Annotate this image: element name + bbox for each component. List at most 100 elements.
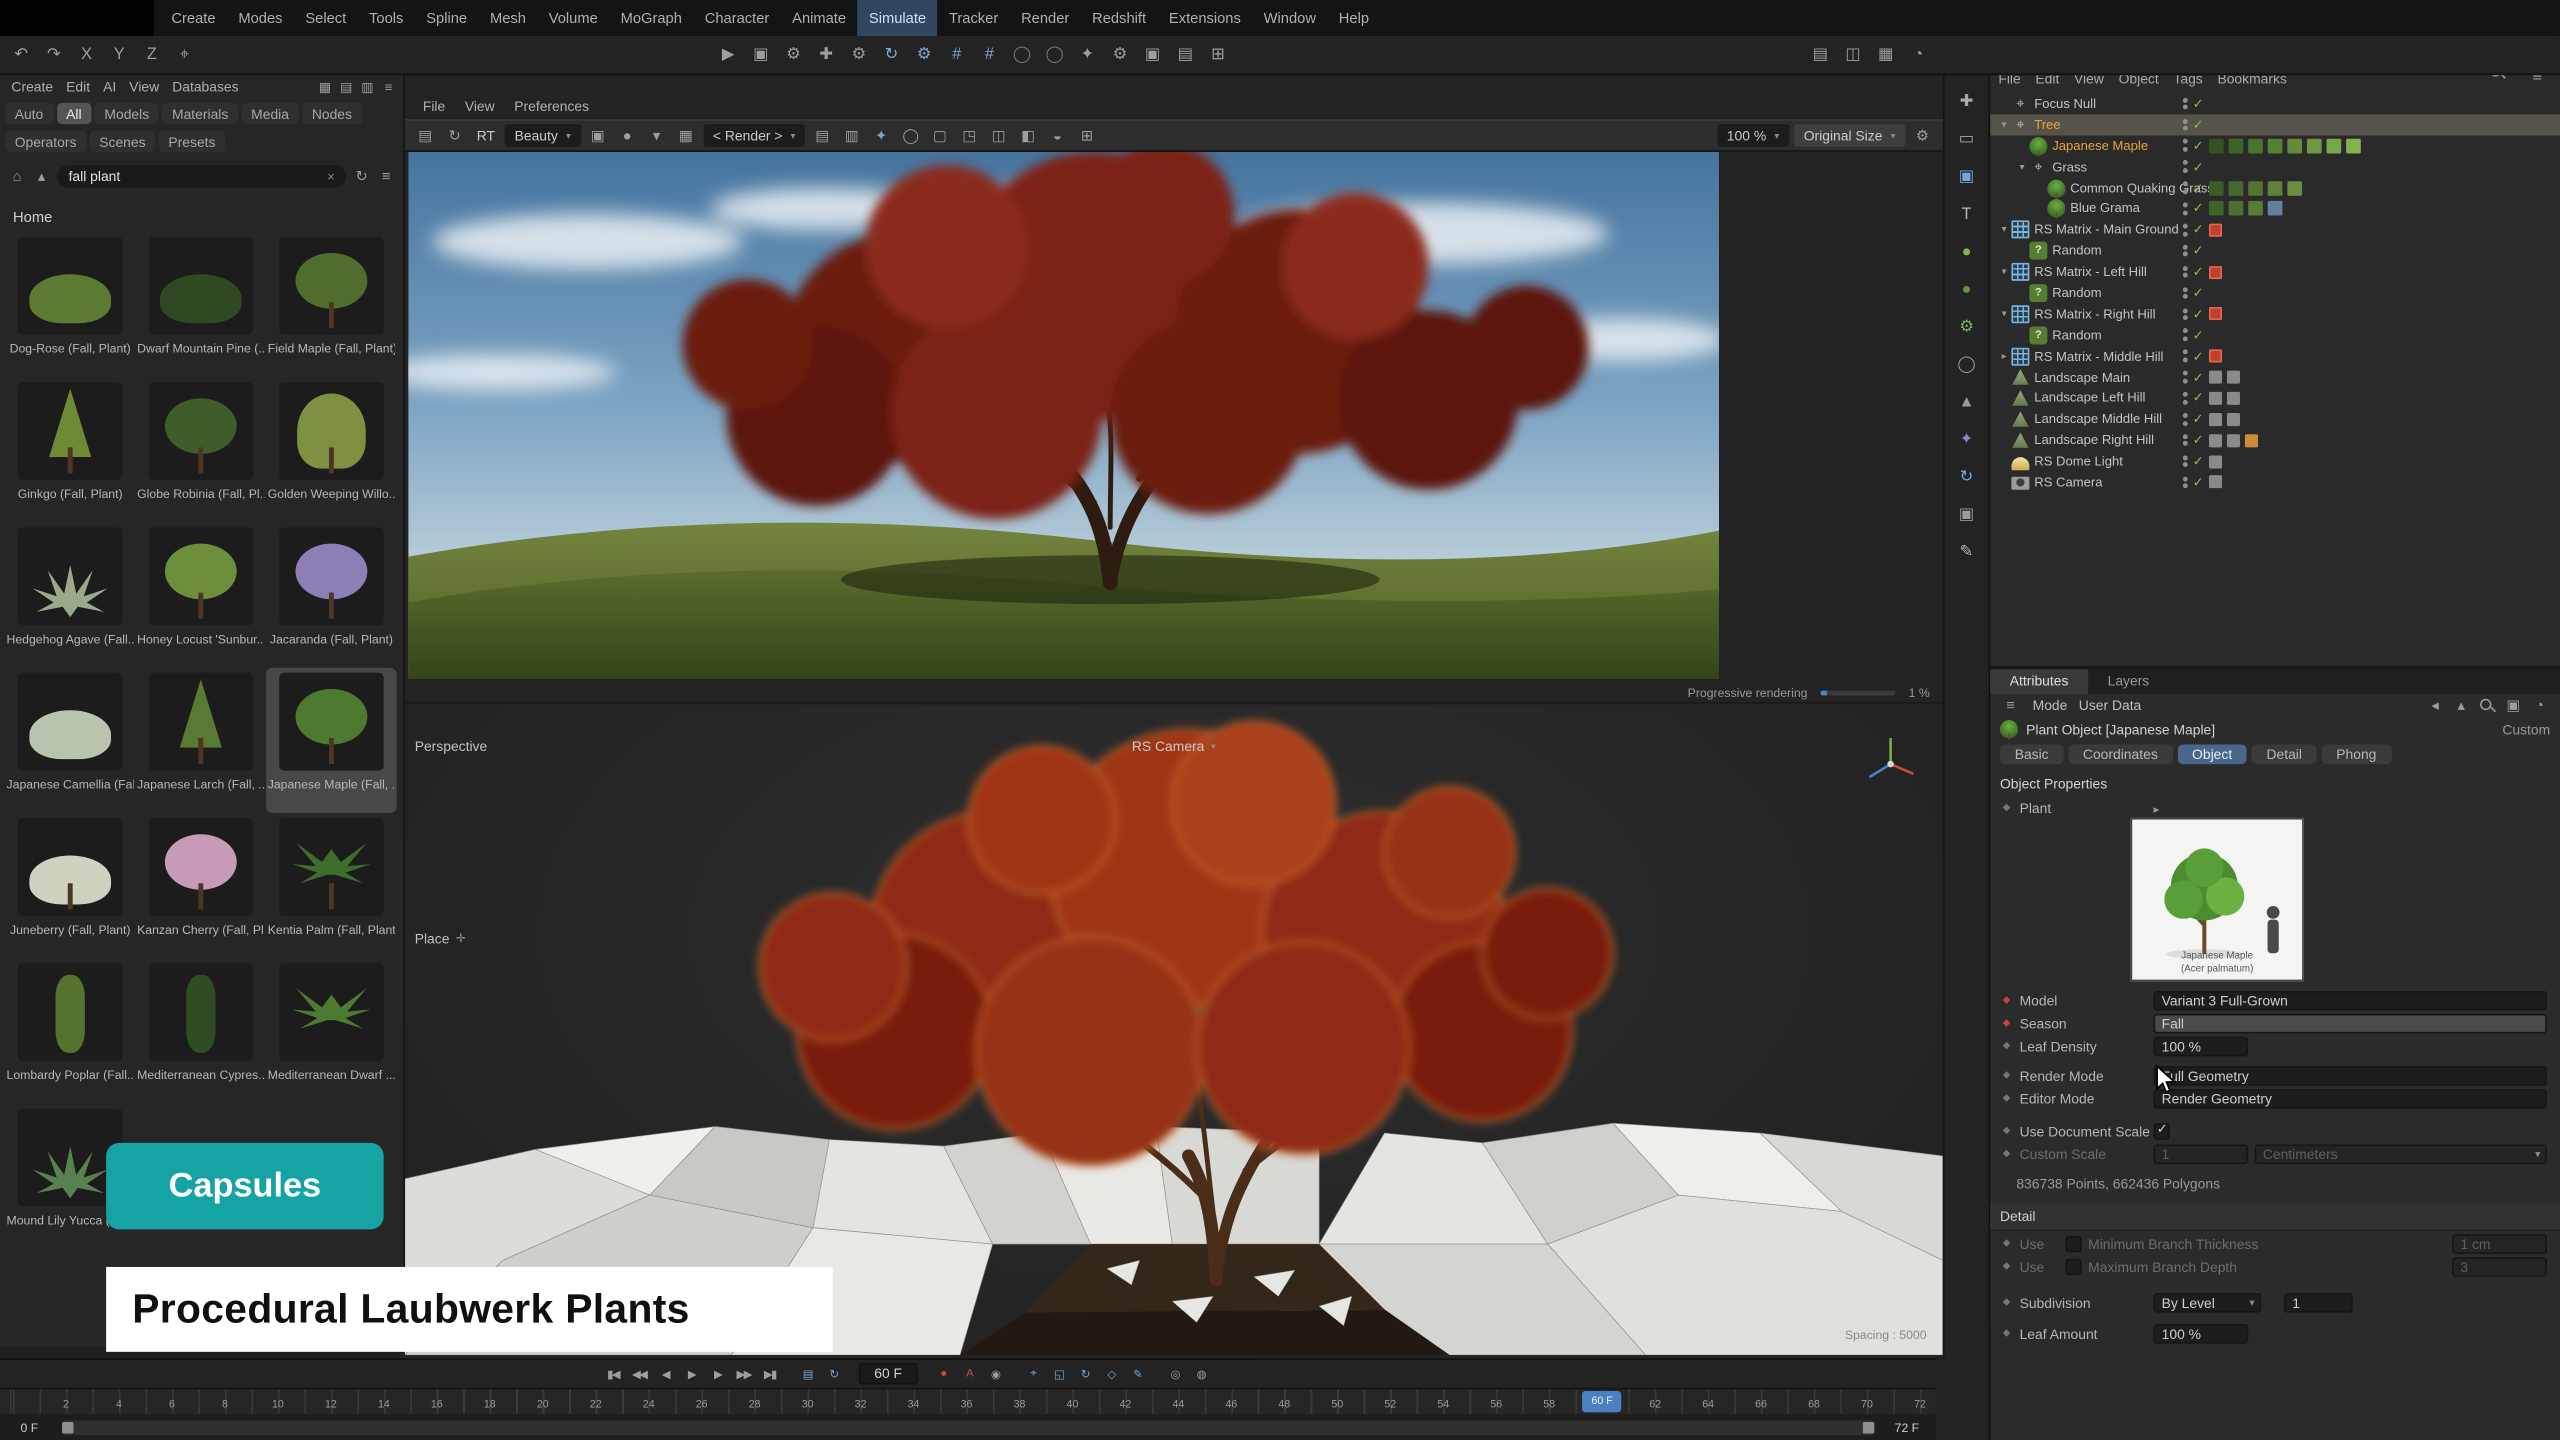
custom-label[interactable]: Custom bbox=[2502, 721, 2550, 737]
render-region-dropdown[interactable]: < Render >▾ bbox=[703, 124, 805, 147]
zoom-dropdown[interactable]: 100 %▾ bbox=[1717, 124, 1789, 147]
enabled-check[interactable] bbox=[2193, 180, 2204, 195]
rotate-view-icon[interactable]: ↻ bbox=[1953, 464, 1979, 490]
material-chip[interactable] bbox=[2228, 138, 2243, 153]
render-settings-button[interactable]: ⚙ bbox=[779, 39, 808, 70]
tag-icon[interactable] bbox=[2208, 455, 2221, 468]
collider-icon[interactable]: ◯ bbox=[1953, 351, 1979, 377]
menu-select[interactable]: Select bbox=[294, 0, 358, 36]
enabled-check[interactable] bbox=[2193, 96, 2204, 111]
detail-section-title[interactable]: Detail bbox=[1990, 1203, 2560, 1231]
prev-frame-button[interactable]: ◀ bbox=[653, 1362, 677, 1386]
material-chip[interactable] bbox=[2228, 180, 2243, 195]
object-row[interactable]: Landscape Left Hill bbox=[1990, 388, 2560, 409]
view-label[interactable]: Perspective bbox=[415, 738, 488, 754]
key-position-toggle[interactable]: ⌖ bbox=[1020, 1362, 1044, 1386]
menu-render[interactable]: Render bbox=[1010, 0, 1081, 36]
goto-start-button[interactable]: ▮◀ bbox=[601, 1362, 625, 1386]
compare-ball-icon[interactable]: ● bbox=[615, 123, 639, 147]
enabled-check[interactable] bbox=[2193, 138, 2204, 153]
param-tab-coordinates[interactable]: Coordinates bbox=[2068, 744, 2172, 764]
use-checkbox[interactable] bbox=[2065, 1258, 2081, 1274]
menu-character[interactable]: Character bbox=[693, 0, 780, 36]
tag-icon[interactable] bbox=[2226, 392, 2239, 405]
key-diamond[interactable]: ◆ bbox=[2000, 1148, 2013, 1159]
asset-item[interactable]: Lombardy Poplar (Fall... bbox=[5, 958, 136, 1103]
expand-arrow-icon[interactable] bbox=[2153, 799, 2159, 815]
asset-item[interactable]: Mediterranean Dwarf ... bbox=[266, 958, 397, 1103]
enabled-check[interactable] bbox=[2193, 412, 2204, 427]
menu-modes[interactable]: Modes bbox=[227, 0, 294, 36]
menu-extensions[interactable]: Extensions bbox=[1157, 0, 1252, 36]
enabled-check[interactable] bbox=[2193, 475, 2204, 490]
material-chip[interactable] bbox=[2346, 138, 2361, 153]
key-diamond[interactable]: ◆ bbox=[2000, 1017, 2013, 1028]
prev-key-button[interactable]: ◀◀ bbox=[627, 1362, 651, 1386]
simulation-settings-icon[interactable]: ⚙ bbox=[1953, 313, 1979, 339]
keyframe-button[interactable]: ◉ bbox=[983, 1362, 1007, 1386]
object-row[interactable]: Common Quaking Grass bbox=[1990, 177, 2560, 198]
visibility-dots[interactable] bbox=[2183, 245, 2188, 257]
grid-icon[interactable]: ▦ bbox=[674, 123, 698, 147]
next-frame-button[interactable]: ▶ bbox=[705, 1362, 729, 1386]
field-tool-icon[interactable]: ✦ bbox=[1953, 426, 1979, 452]
visibility-dots[interactable] bbox=[2183, 266, 2188, 278]
world-coords-button[interactable]: ⌖ bbox=[170, 39, 199, 70]
key-parameter-toggle[interactable]: ◇ bbox=[1099, 1362, 1123, 1386]
back-arrow-icon[interactable]: ◂ bbox=[2424, 695, 2445, 716]
filter-tab-materials[interactable]: Materials bbox=[162, 103, 238, 124]
up-icon[interactable]: ▴ bbox=[31, 166, 52, 187]
object-row[interactable]: Landscape Middle Hill bbox=[1990, 409, 2560, 430]
menu-volume[interactable]: Volume bbox=[537, 0, 609, 36]
key-diamond[interactable]: ◆ bbox=[2000, 1125, 2013, 1136]
record-button[interactable]: ● bbox=[931, 1362, 955, 1386]
material-chip[interactable] bbox=[2208, 201, 2223, 216]
list-view-icon[interactable]: ▤ bbox=[336, 77, 356, 97]
camera-label[interactable]: RS Camera bbox=[1132, 738, 1216, 754]
simulate-refresh-button[interactable]: ↻ bbox=[877, 39, 906, 70]
axis-x-button[interactable]: X bbox=[72, 39, 101, 70]
key-diamond[interactable]: ◆ bbox=[2000, 1327, 2013, 1338]
object-row[interactable]: Blue Grama bbox=[1990, 198, 2560, 219]
snapshot-icon[interactable]: ▣ bbox=[586, 123, 610, 147]
dropdown-arrow-icon[interactable]: ▾ bbox=[644, 123, 668, 147]
visibility-dots[interactable] bbox=[2183, 182, 2188, 194]
key-diamond[interactable]: ◆ bbox=[2000, 1238, 2013, 1249]
visibility-dots[interactable] bbox=[2183, 476, 2188, 488]
object-row[interactable]: ▾RS Matrix - Main Ground bbox=[1990, 219, 2560, 240]
simulation-settings-button[interactable]: ⚙ bbox=[909, 39, 938, 70]
object-row[interactable]: Random bbox=[1990, 325, 2560, 346]
menu-simulate[interactable]: Simulate bbox=[857, 0, 937, 36]
param-dropdown[interactable]: Full Geometry bbox=[2153, 1065, 2546, 1085]
enabled-check[interactable] bbox=[2193, 328, 2204, 343]
param-tab-phong[interactable]: Phong bbox=[2322, 744, 2392, 764]
grid-snap-button[interactable]: # bbox=[942, 39, 971, 70]
asset-item[interactable]: Kanzan Cherry (Fall, Pl... bbox=[136, 813, 267, 958]
param-value[interactable]: 1 bbox=[2284, 1292, 2353, 1312]
object-row[interactable]: ▾RS Matrix - Right Hill bbox=[1990, 304, 2560, 325]
key-diamond[interactable]: ◆ bbox=[2000, 1040, 2013, 1051]
quantize-button[interactable]: # bbox=[975, 39, 1004, 70]
param-value[interactable]: 100 % bbox=[2153, 1036, 2248, 1056]
filter-tab-models[interactable]: Models bbox=[95, 103, 159, 124]
category-tab-operators[interactable]: Operators bbox=[5, 131, 86, 152]
place-tool-label[interactable]: Place bbox=[415, 931, 466, 947]
object-row[interactable]: Random bbox=[1990, 240, 2560, 261]
lock-icon[interactable]: ▣ bbox=[2503, 695, 2524, 716]
layout-b-icon[interactable]: ▥ bbox=[840, 123, 864, 147]
expand-toggle[interactable]: ▸ bbox=[1997, 350, 2012, 361]
tag-icon[interactable] bbox=[2208, 392, 2221, 405]
history-clock-icon[interactable]: ◔ bbox=[1904, 39, 1933, 70]
visibility-dots[interactable] bbox=[2183, 413, 2188, 425]
enabled-check[interactable] bbox=[2193, 201, 2204, 216]
material-chip[interactable] bbox=[2248, 201, 2263, 216]
visibility-dots[interactable] bbox=[2183, 455, 2188, 467]
loop-button[interactable]: ↻ bbox=[821, 1362, 845, 1386]
user-data-label[interactable]: User Data bbox=[2079, 697, 2141, 713]
spline-tool-icon[interactable]: ▲ bbox=[1953, 389, 1979, 415]
clear-search-icon[interactable]: × bbox=[327, 169, 335, 184]
asset-menu-ai[interactable]: AI bbox=[97, 78, 123, 94]
filter-tab-auto[interactable]: Auto bbox=[5, 103, 53, 124]
bucket-icon[interactable]: ◒ bbox=[1045, 123, 1069, 147]
key-rotation-toggle[interactable]: ↻ bbox=[1073, 1362, 1097, 1386]
